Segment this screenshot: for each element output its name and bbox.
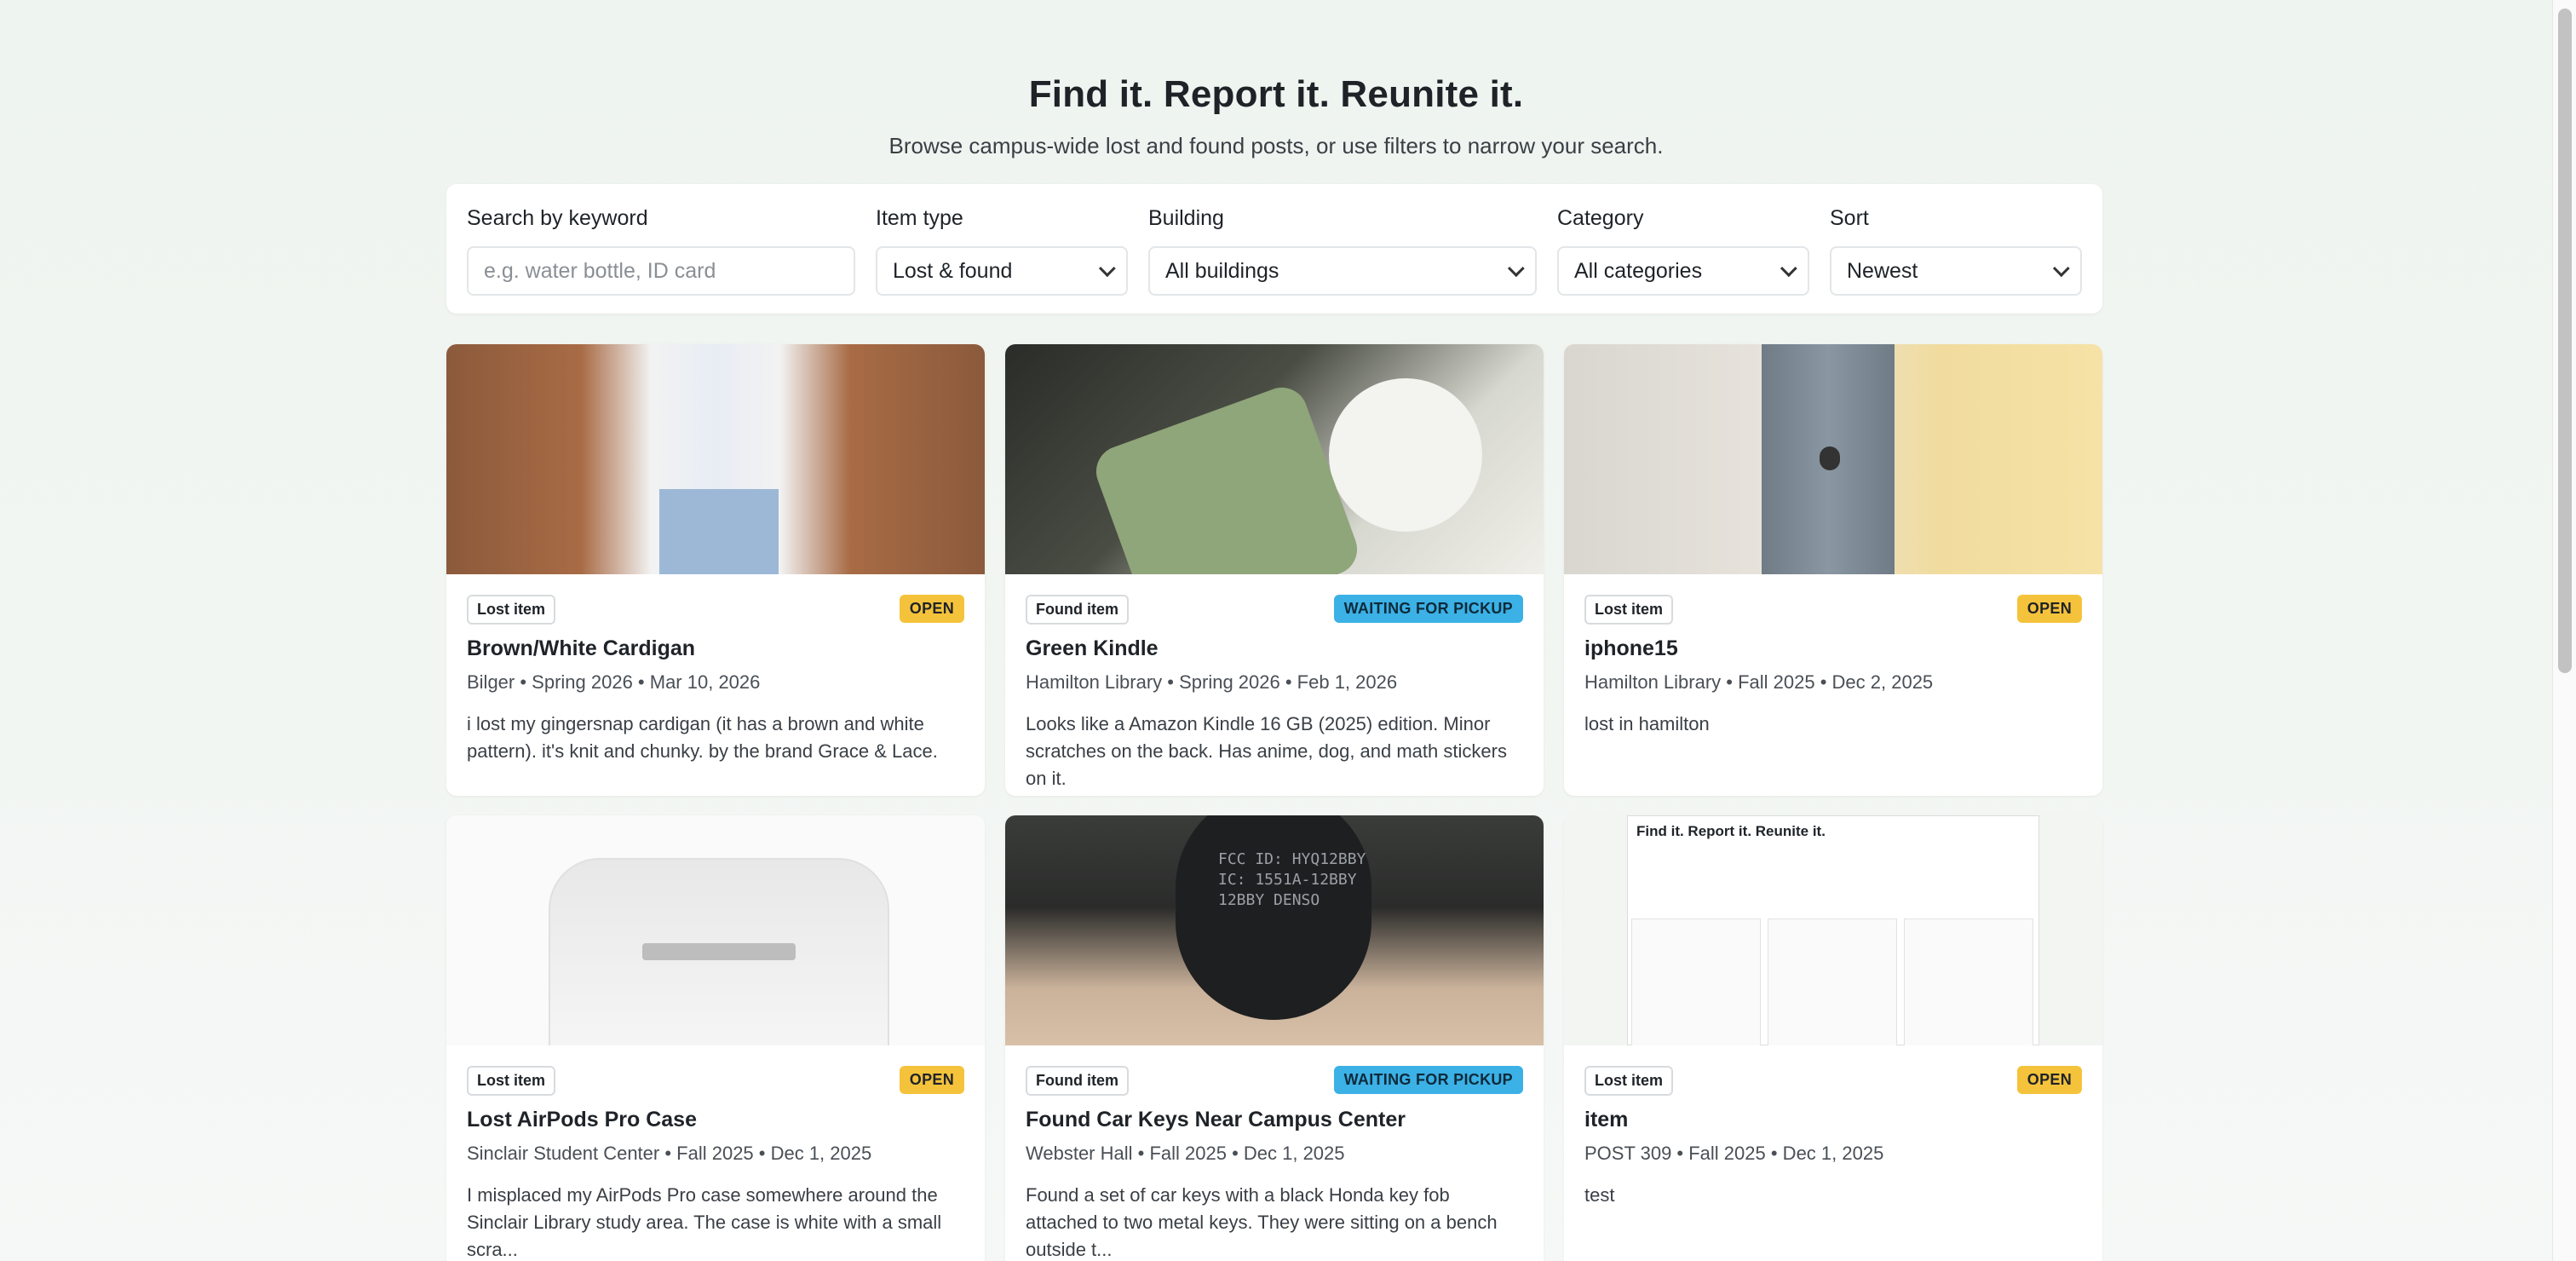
chevron-down-icon: [1780, 260, 1797, 278]
item-type-label: Item type: [876, 206, 963, 230]
item-title: iphone15: [1584, 636, 1678, 660]
status-badge: WAITING FOR PICKUP: [1333, 595, 1523, 623]
item-type-badge: Found item: [1026, 595, 1129, 625]
sort-select[interactable]: Newest: [1830, 246, 2082, 296]
item-description: Looks like a Amazon Kindle 16 GB (2025) …: [1026, 713, 1507, 789]
building-filter: Building All buildings: [1148, 206, 1537, 296]
scrollbar-thumb[interactable]: [2558, 9, 2572, 673]
item-card[interactable]: Found item WAITING FOR PICKUP Green Kind…: [1005, 344, 1544, 796]
keyword-label: Search by keyword: [467, 206, 648, 230]
item-description: I misplaced my AirPods Pro case somewher…: [467, 1184, 942, 1260]
chevron-down-icon: [2052, 260, 2070, 278]
item-photo: Find it. Report it. Reunite it.: [1564, 815, 2102, 1045]
item-card[interactable]: Lost item OPEN Brown/White Cardigan Bilg…: [446, 344, 985, 796]
item-type-badge: Lost item: [1584, 595, 1674, 625]
keyword-filter: Search by keyword e.g. water bottle, ID …: [467, 206, 855, 296]
status-badge: OPEN: [2016, 1066, 2082, 1094]
item-type-value: Lost & found: [893, 258, 1013, 283]
item-description: Found a set of car keys with a black Hon…: [1026, 1184, 1498, 1260]
item-title: Brown/White Cardigan: [467, 636, 696, 660]
sort-filter: Sort Newest: [1830, 206, 2082, 296]
status-badge: OPEN: [899, 595, 964, 623]
building-select[interactable]: All buildings: [1148, 246, 1537, 296]
category-label: Category: [1557, 206, 1644, 230]
status-badge: OPEN: [899, 1066, 964, 1094]
item-photo: [446, 344, 985, 574]
item-title: Green Kindle: [1026, 636, 1159, 660]
item-photo: [1564, 344, 2102, 574]
item-description: i lost my gingersnap cardigan (it has a …: [467, 713, 938, 762]
item-title: item: [1584, 1108, 1629, 1131]
item-meta: Hamilton Library • Spring 2026 • Feb 1, …: [1026, 671, 1398, 693]
mini-screenshot-title: Find it. Report it. Reunite it.: [1636, 823, 1826, 839]
item-card[interactable]: Lost item OPEN iphone15 Hamilton Library…: [1564, 344, 2102, 796]
filter-panel: Search by keyword e.g. water bottle, ID …: [446, 184, 2102, 314]
building-value: All buildings: [1165, 258, 1279, 283]
item-meta: POST 309 • Fall 2025 • Dec 1, 2025: [1584, 1143, 1884, 1164]
category-value: All categories: [1574, 258, 1703, 283]
building-label: Building: [1148, 206, 1224, 230]
item-type-badge: Lost item: [467, 595, 556, 625]
keyword-placeholder: e.g. water bottle, ID card: [484, 258, 716, 283]
page-title: Find it. Report it. Reunite it.: [1028, 73, 1524, 115]
page-scrollbar[interactable]: [2552, 0, 2576, 1261]
sort-label: Sort: [1830, 206, 1869, 230]
item-card[interactable]: Lost item OPEN Lost AirPods Pro Case Sin…: [446, 815, 985, 1261]
item-photo: FCC ID: HYQ12BBY IC: 1551A-12BBY 12BBY D…: [1005, 815, 1544, 1045]
item-title: Lost AirPods Pro Case: [467, 1108, 697, 1131]
item-type-badge: Lost item: [467, 1066, 556, 1096]
item-type-badge: Found item: [1026, 1066, 1129, 1096]
item-meta: Hamilton Library • Fall 2025 • Dec 2, 20…: [1584, 671, 1934, 693]
item-card[interactable]: Find it. Report it. Reunite it. Lost ite…: [1564, 815, 2102, 1261]
chevron-down-icon: [1098, 260, 1116, 278]
item-card[interactable]: FCC ID: HYQ12BBY IC: 1551A-12BBY 12BBY D…: [1005, 815, 1544, 1261]
item-meta: Webster Hall • Fall 2025 • Dec 1, 2025: [1026, 1143, 1345, 1164]
item-meta: Bilger • Spring 2026 • Mar 10, 2026: [467, 671, 761, 693]
category-filter: Category All categories: [1557, 206, 1809, 296]
category-select[interactable]: All categories: [1557, 246, 1809, 296]
chevron-down-icon: [1507, 260, 1525, 278]
hero-section: Find it. Report it. Reunite it. Browse c…: [0, 73, 2552, 159]
key-fob-text: FCC ID: HYQ12BBY IC: 1551A-12BBY 12BBY D…: [1218, 850, 1366, 909]
item-description: lost in hamilton: [1584, 713, 1710, 734]
item-photo: [446, 815, 985, 1045]
item-type-badge: Lost item: [1584, 1066, 1674, 1096]
page-subtitle: Browse campus-wide lost and found posts,…: [888, 133, 1664, 158]
item-meta: Sinclair Student Center • Fall 2025 • De…: [467, 1143, 872, 1164]
status-badge: WAITING FOR PICKUP: [1333, 1066, 1523, 1094]
status-badge: OPEN: [2016, 595, 2082, 623]
item-type-filter: Item type Lost & found: [876, 206, 1128, 296]
item-description: test: [1584, 1184, 1615, 1206]
item-photo: [1005, 344, 1544, 574]
item-title: Found Car Keys Near Campus Center: [1026, 1108, 1406, 1131]
item-type-select[interactable]: Lost & found: [876, 246, 1128, 296]
sort-value: Newest: [1847, 258, 1918, 283]
keyword-search-input[interactable]: e.g. water bottle, ID card: [467, 246, 855, 296]
